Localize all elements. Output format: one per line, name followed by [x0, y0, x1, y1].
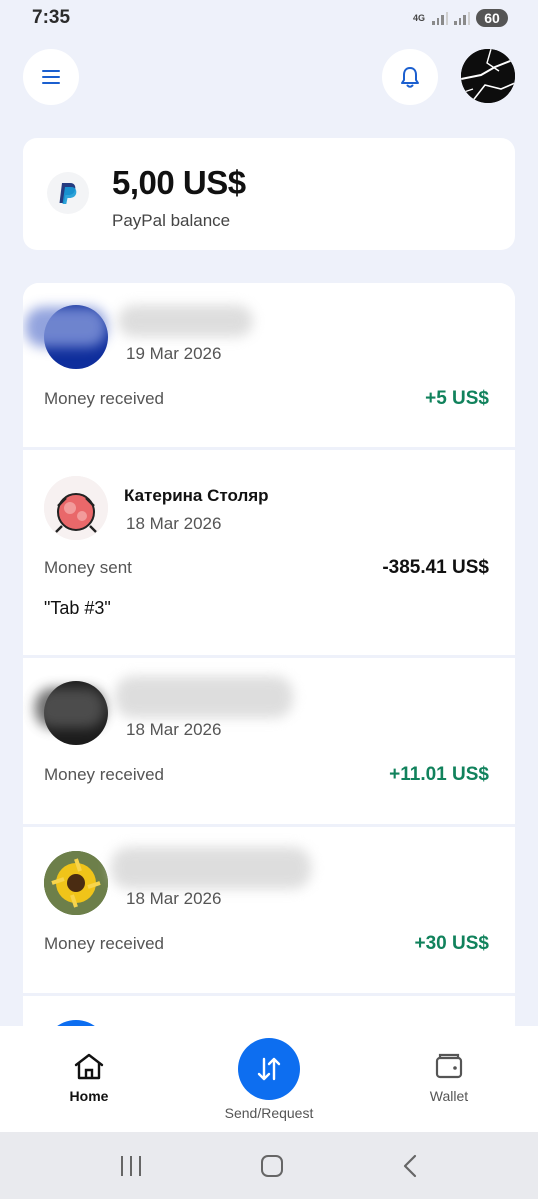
transaction-date: 18 Mar 2026: [126, 889, 222, 908]
transaction-amount: -385.41 US$: [382, 557, 489, 578]
wallet-icon: [435, 1053, 463, 1079]
contact-name: Катерина Столяр: [124, 486, 269, 505]
redacted-area: [25, 307, 107, 347]
transaction-type: Money received: [44, 765, 165, 784]
transaction-type: Money received: [44, 934, 165, 953]
balance-card[interactable]: 5,00 US$ PayPal balance: [23, 138, 515, 250]
menu-button[interactable]: [23, 49, 79, 105]
transaction-item[interactable]: 19 Mar 2026 Money received +5 US$: [23, 283, 515, 450]
battery-indicator: 60: [476, 9, 508, 27]
network-type: 4G: [412, 12, 425, 23]
redacted-name: [115, 676, 293, 718]
back-icon[interactable]: [400, 1153, 420, 1179]
signal-icon: [454, 11, 470, 25]
transaction-amount: +30 US$: [414, 933, 489, 954]
redacted-name: [118, 305, 253, 337]
send-request-button[interactable]: [238, 1038, 300, 1100]
activity-list: 19 Mar 2026 Money received +5 US$ Катери…: [23, 283, 515, 1043]
nav-wallet-label: Wallet: [429, 1088, 469, 1104]
arrows-up-down-icon: [257, 1057, 281, 1081]
home-icon: [74, 1053, 104, 1080]
nav-wallet[interactable]: Wallet: [416, 1052, 482, 1104]
balance-label: PayPal balance: [112, 211, 231, 230]
contact-avatar: [44, 851, 108, 915]
status-icons: 4G 60: [412, 9, 508, 27]
transaction-date: 18 Mar 2026: [126, 720, 222, 739]
transaction-date: 18 Mar 2026: [126, 514, 222, 533]
profile-avatar[interactable]: [461, 49, 515, 103]
status-bar: 7:35 4G 60: [0, 0, 538, 36]
transaction-item[interactable]: 18 Mar 2026 Money received +11.01 US$: [23, 658, 515, 827]
nav-home[interactable]: Home: [56, 1052, 122, 1104]
nav-home-label: Home: [69, 1088, 109, 1104]
transaction-amount: +11.01 US$: [389, 764, 489, 785]
contact-avatar: [44, 476, 108, 540]
balance-amount: 5,00 US$: [112, 164, 246, 201]
signal-icon: [432, 11, 448, 25]
transaction-note: "Tab #3": [44, 598, 111, 618]
recent-apps-icon[interactable]: [118, 1154, 144, 1178]
transaction-type: Money received: [44, 389, 165, 408]
paypal-logo-icon: [47, 172, 89, 214]
system-nav-bar: [0, 1132, 538, 1199]
bottom-nav: Home Send/Request Wallet: [0, 1026, 538, 1132]
transaction-amount: +5 US$: [425, 388, 489, 409]
hamburger-icon: [42, 70, 60, 84]
redacted-area: [35, 688, 105, 728]
status-time: 7:35: [32, 7, 71, 28]
transaction-type: Money sent: [44, 558, 132, 577]
transaction-item[interactable]: Катерина Столяр 18 Mar 2026 Money sent -…: [23, 450, 515, 658]
notifications-button[interactable]: [382, 49, 438, 105]
transaction-item[interactable]: 18 Mar 2026 Money received +30 US$: [23, 827, 515, 996]
redacted-name: [111, 847, 311, 889]
transaction-date: 19 Mar 2026: [126, 344, 222, 363]
home-system-icon[interactable]: [259, 1153, 285, 1179]
bell-icon: [401, 67, 419, 88]
send-request-label: Send/Request: [224, 1105, 314, 1121]
